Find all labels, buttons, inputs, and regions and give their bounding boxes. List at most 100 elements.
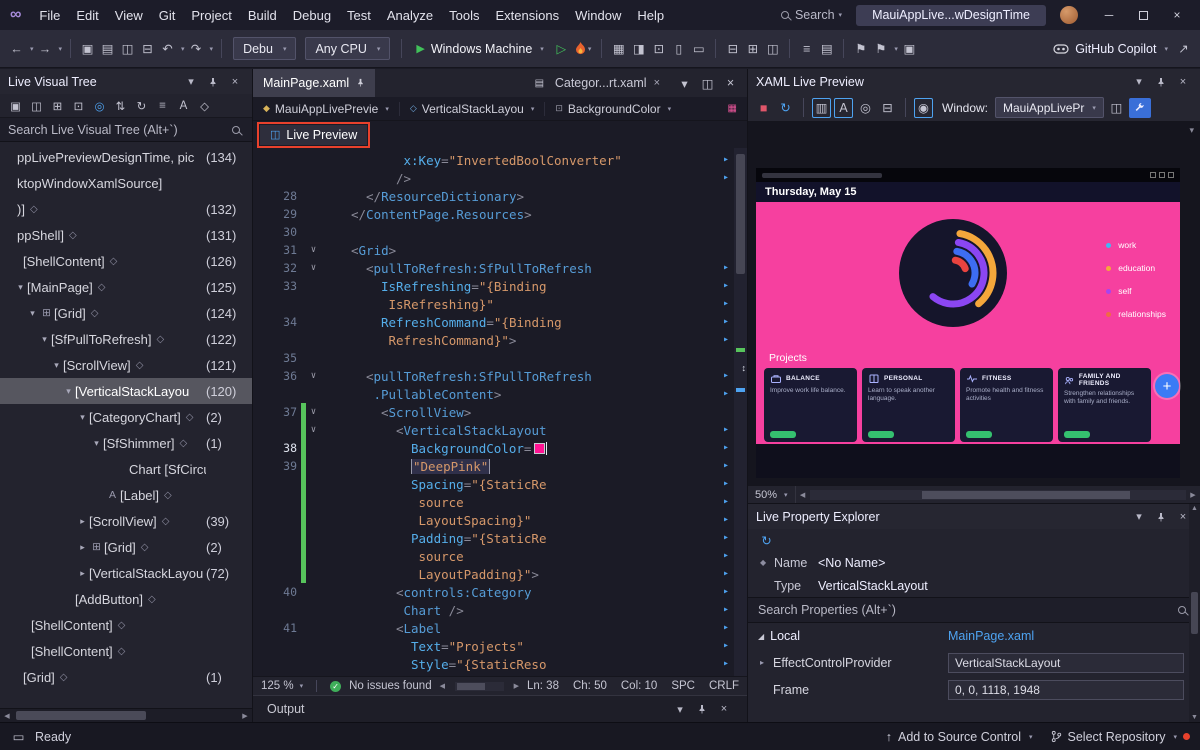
- add-item-icon[interactable]: ▤: [99, 39, 116, 59]
- navigate-back-icon[interactable]: ←: [8, 39, 25, 59]
- hot-reload-marker-icon[interactable]: ▸: [723, 478, 729, 489]
- preview-horizontal-scrollbar[interactable]: [810, 490, 1186, 500]
- hot-reload-marker-icon[interactable]: ▸: [723, 496, 729, 507]
- task-list-icon[interactable]: ▣: [901, 39, 918, 59]
- menu-build[interactable]: Build: [240, 0, 285, 30]
- scroll-right-icon[interactable]: ▶: [1186, 491, 1200, 499]
- tree-item[interactable]: Chart [SfCircularCh: [0, 456, 252, 482]
- project-card[interactable]: BALANCEImprove work life balance.: [764, 368, 857, 442]
- multi-monitor-icon[interactable]: ⊞: [744, 39, 761, 59]
- display-adorners-icon[interactable]: ◫: [27, 96, 46, 115]
- hot-reload-marker-icon[interactable]: ▸: [723, 280, 729, 291]
- hot-reload-marker-icon[interactable]: ▸: [723, 262, 729, 273]
- tab-pin-icon[interactable]: [356, 76, 365, 90]
- hot-reload-marker-icon[interactable]: ▸: [723, 154, 729, 165]
- hot-reload-marker-icon[interactable]: ▸: [723, 658, 729, 669]
- hot-reload-marker-icon[interactable]: ▸: [723, 370, 729, 381]
- pin-icon[interactable]: [1152, 508, 1170, 526]
- xaml-preview-icon[interactable]: ⊡: [650, 39, 667, 59]
- expander-icon[interactable]: ▾: [38, 334, 51, 345]
- scrollbar-thumb[interactable]: [457, 683, 485, 690]
- device-portrait-icon[interactable]: ▯: [670, 39, 687, 59]
- refresh-properties-icon[interactable]: ↻: [758, 530, 775, 550]
- hot-reload-marker-icon[interactable]: ▸: [723, 316, 729, 327]
- save-icon[interactable]: ◫: [119, 39, 136, 59]
- space-indicator[interactable]: SPC: [671, 680, 695, 692]
- code-line[interactable]: 38BackgroundColor=▸: [253, 439, 747, 457]
- code-line[interactable]: 32∨<pullToRefresh:SfPullToRefresh▸: [253, 259, 747, 277]
- tab-list-caret-icon[interactable]: ▾: [676, 73, 693, 93]
- menu-window[interactable]: Window: [567, 0, 629, 30]
- debug-config-select[interactable]: Debu ▾: [233, 37, 296, 60]
- scroll-left-icon[interactable]: ◀: [796, 491, 810, 499]
- tree-item[interactable]: [AddButton]◇: [0, 586, 252, 612]
- tree-item[interactable]: ▾[VerticalStackLayou(120): [0, 378, 252, 404]
- select-repository-button[interactable]: Select Repository ▾: [1051, 730, 1190, 744]
- code-line[interactable]: 41<Label▸: [253, 619, 747, 637]
- expander-icon[interactable]: ▸: [76, 568, 89, 579]
- hot-reload-marker-icon[interactable]: ▸: [723, 172, 729, 183]
- fold-icon[interactable]: ∨: [306, 425, 321, 435]
- color-swatch-deeppink[interactable]: [534, 443, 545, 454]
- menu-project[interactable]: Project: [183, 0, 239, 30]
- property-value-input[interactable]: VerticalStackLayout: [948, 653, 1184, 673]
- xaml-source-icon[interactable]: ◇: [195, 96, 214, 115]
- hot-reload-marker-icon[interactable]: ▸: [723, 442, 729, 453]
- scrollbar-thumb[interactable]: [922, 491, 1129, 499]
- hot-reload-marker-icon[interactable]: ▸: [723, 640, 729, 651]
- scroll-right-icon[interactable]: ▶: [238, 712, 252, 720]
- preview-window-select[interactable]: MauiAppLivePr ▾: [995, 97, 1104, 118]
- monitor-icon[interactable]: ⊟: [724, 39, 741, 59]
- hot-reload-marker-icon[interactable]: ▸: [723, 460, 729, 471]
- navigate-forward-icon-caret[interactable]: ▾: [59, 45, 63, 53]
- live-visual-tree-search[interactable]: Search Live Visual Tree (Alt+`): [0, 118, 252, 142]
- close-tab-icon[interactable]: ×: [654, 77, 660, 89]
- expander-icon[interactable]: ▾: [50, 360, 63, 371]
- menu-test[interactable]: Test: [339, 0, 379, 30]
- code-line[interactable]: LayoutSpacing}"▸: [253, 511, 747, 529]
- designer-grid-icon[interactable]: ▦: [728, 103, 737, 114]
- clear-adorners-icon[interactable]: ⊟: [878, 98, 897, 118]
- expander-icon[interactable]: ▸: [760, 658, 773, 667]
- tree-item[interactable]: ktopWindowXamlSource]: [0, 170, 252, 196]
- menu-git[interactable]: Git: [151, 0, 184, 30]
- code-line[interactable]: Spacing="{StaticRe▸: [253, 475, 747, 493]
- refresh-preview-icon[interactable]: ↻: [776, 98, 795, 118]
- tree-item[interactable]: ppLivePreviewDesignTime, pic(134): [0, 144, 252, 170]
- panel-menu-caret-icon[interactable]: ▾: [182, 73, 200, 91]
- expander-icon[interactable]: ▾: [90, 438, 103, 449]
- code-line[interactable]: ∨<VerticalStackLayout▸: [253, 421, 747, 439]
- live-property-explorer-icon[interactable]: ◨: [630, 39, 647, 59]
- collapse-all-icon[interactable]: ⇅: [111, 96, 130, 115]
- close-icon[interactable]: ×: [226, 73, 244, 91]
- hot-reload-marker-icon[interactable]: ▸: [723, 514, 729, 525]
- hot-reload-marker-icon[interactable]: ▸: [723, 532, 729, 543]
- tree-item[interactable]: ▾[CategoryChart]◇(2): [0, 404, 252, 430]
- layout-adorners-icon[interactable]: ⊞: [48, 96, 67, 115]
- bookmark-list-icon-caret[interactable]: ▾: [894, 45, 898, 53]
- live-visual-tree-icon[interactable]: ▦: [610, 39, 627, 59]
- tree-item[interactable]: ▸[VerticalStackLayou(72): [0, 560, 252, 586]
- tree-item[interactable]: A[Label]◇: [0, 482, 252, 508]
- device-landscape-icon[interactable]: ▭: [690, 39, 707, 59]
- code-line[interactable]: 28</ResourceDictionary>: [253, 187, 747, 205]
- project-card[interactable]: FAMILY AND FRIENDSStrengthen relationshi…: [1058, 368, 1151, 442]
- add-to-source-control-button[interactable]: ↑ Add to Source Control ▾: [886, 730, 1033, 744]
- breadcrumb-project[interactable]: ◆ MauiAppLivePrevie ▾: [263, 102, 400, 116]
- expander-icon[interactable]: ▾: [26, 308, 39, 319]
- select-element-icon[interactable]: ▣: [6, 96, 25, 115]
- panel-menu-caret-icon[interactable]: ▾: [1130, 73, 1148, 91]
- inspect-xaml-icon[interactable]: ◎: [856, 98, 875, 118]
- tree-item[interactable]: [ShellContent]◇(126): [0, 248, 252, 274]
- redo-icon-caret[interactable]: ▾: [210, 45, 214, 53]
- hot-reload-marker-icon[interactable]: ▸: [723, 550, 729, 561]
- local-section-header[interactable]: ◢ Local MainPage.xaml: [748, 623, 1200, 649]
- menu-view[interactable]: View: [107, 0, 151, 30]
- hot-reload-marker-icon[interactable]: ▸: [723, 334, 729, 345]
- editor-vertical-scrollbar[interactable]: ↕: [734, 148, 747, 676]
- code-line[interactable]: 29</ContentPage.Resources>: [253, 205, 747, 223]
- hot-reload-marker-icon[interactable]: ▸: [723, 424, 729, 435]
- close-icon[interactable]: ×: [715, 700, 733, 718]
- source-file-link[interactable]: MainPage.xaml: [948, 629, 1034, 643]
- project-card[interactable]: PERSONALLearn to speak another language.: [862, 368, 955, 442]
